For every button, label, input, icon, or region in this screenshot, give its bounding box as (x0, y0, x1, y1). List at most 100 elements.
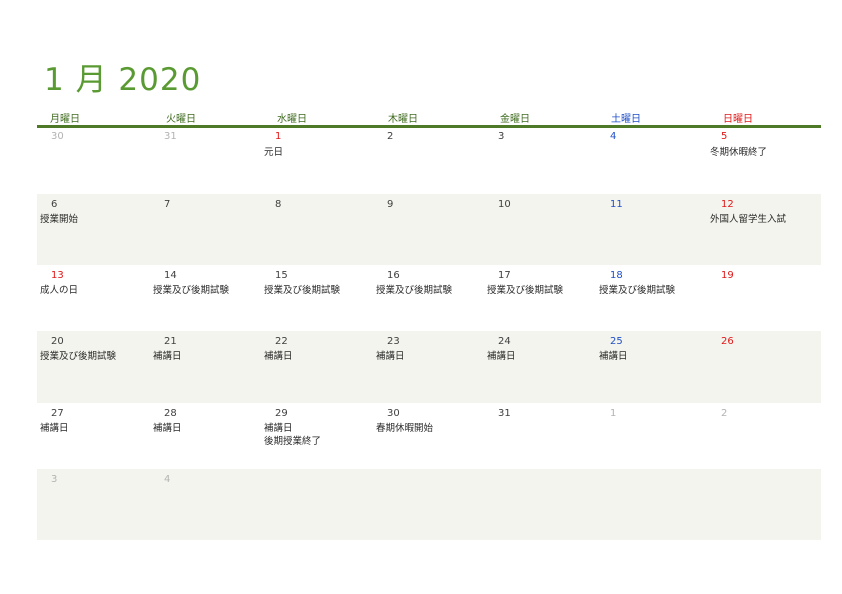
day-number: 27 (51, 408, 64, 419)
day-cell[interactable]: 24 補講日 (484, 331, 596, 403)
day-events: 補講日 (487, 350, 516, 363)
event-label: 補講日 (487, 351, 516, 362)
day-cell[interactable]: 31 (150, 128, 262, 194)
day-cell[interactable]: 3 (37, 469, 149, 540)
day-cell[interactable]: 17 授業及び後期試験 (484, 265, 596, 331)
day-cell[interactable]: 3 (484, 128, 596, 194)
day-cell[interactable]: 20 授業及び後期試験 (37, 331, 149, 403)
weekday-header: 月曜日 (50, 114, 80, 125)
day-cell[interactable]: 13 成人の日 (37, 265, 149, 331)
day-cell[interactable]: 29 補講日 後期授業終了 (261, 403, 373, 469)
day-cell[interactable]: 10 (484, 194, 596, 265)
event-label: 授業及び後期試験 (153, 285, 230, 296)
event-label: 春期休暇開始 (376, 423, 434, 434)
day-number: 29 (275, 408, 288, 419)
event-label: 外国人留学生入試 (710, 214, 787, 225)
calendar-week-row: 13 成人の日 14 授業及び後期試験 15 授業及び後期試験 16 授業及び後期試験 17 授業… (37, 265, 821, 331)
day-number: 30 (51, 131, 64, 142)
calendar-week-row: 20 授業及び後期試験 21 補講日 22 補講日 23 補講日 24 補講日 25 補講日 26 (37, 331, 821, 403)
day-cell[interactable]: 15 授業及び後期試験 (261, 265, 373, 331)
day-number: 14 (164, 270, 177, 281)
day-cell[interactable]: 21 補講日 (150, 331, 262, 403)
calendar-week-row: 34 (37, 469, 821, 540)
day-cell[interactable]: 23 補講日 (373, 331, 485, 403)
day-events: 外国人留学生入試 (710, 213, 786, 226)
day-number: 5 (721, 131, 728, 142)
event-label: 補講日 (153, 423, 182, 434)
day-cell[interactable]: 8 (261, 194, 373, 265)
day-number: 3 (51, 474, 58, 485)
event-label: 補講日 (599, 351, 628, 362)
day-cell[interactable]: 22 補講日 (261, 331, 373, 403)
day-number: 31 (498, 408, 511, 419)
event-label: 後期授業終了 (264, 436, 322, 447)
day-number: 12 (721, 199, 734, 210)
event-label: 授業開始 (40, 214, 79, 225)
day-cell[interactable]: 4 (150, 469, 262, 540)
day-number: 15 (275, 270, 288, 281)
day-cell[interactable]: 1 元日 (261, 128, 373, 194)
day-cell[interactable]: 31 (484, 403, 596, 469)
day-number: 17 (498, 270, 511, 281)
day-events: 冬期休暇終了 (710, 146, 767, 159)
day-cell[interactable]: 4 (596, 128, 708, 194)
day-events: 補講日 (264, 350, 293, 363)
day-number: 20 (51, 336, 64, 347)
day-number: 19 (721, 270, 734, 281)
day-events: 補講日 (40, 422, 69, 435)
day-number: 8 (275, 199, 282, 210)
day-cell[interactable]: 2 (707, 403, 819, 469)
day-number: 2 (387, 131, 394, 142)
day-number: 25 (610, 336, 623, 347)
day-number: 28 (164, 408, 177, 419)
day-cell[interactable]: 9 (373, 194, 485, 265)
event-label: 授業及び後期試験 (487, 285, 564, 296)
event-label: 授業及び後期試験 (264, 285, 341, 296)
day-number: 23 (387, 336, 400, 347)
event-label: 元日 (264, 147, 284, 158)
day-number: 22 (275, 336, 288, 347)
day-number: 3 (498, 131, 505, 142)
day-cell[interactable]: 19 (707, 265, 819, 331)
day-cell[interactable]: 25 補講日 (596, 331, 708, 403)
day-cell[interactable]: 5 冬期休暇終了 (707, 128, 819, 194)
day-number: 11 (610, 199, 623, 210)
day-cell[interactable]: 6 授業開始 (37, 194, 149, 265)
day-cell[interactable]: 26 (707, 331, 819, 403)
day-events: 授業及び後期試験 (376, 284, 452, 297)
day-cell (261, 469, 373, 540)
calendar-week-row: 6 授業開始 7 8 9 10 11 12 外国人留学生入試 (37, 194, 821, 265)
event-label: 授業及び後期試験 (40, 351, 117, 362)
day-number: 18 (610, 270, 623, 281)
day-cell[interactable]: 30 春期休暇開始 (373, 403, 485, 469)
weekday-header: 水曜日 (277, 114, 307, 125)
day-events: 補講日 (599, 350, 628, 363)
day-number: 13 (51, 270, 64, 281)
day-cell[interactable]: 11 (596, 194, 708, 265)
day-cell[interactable]: 27 補講日 (37, 403, 149, 469)
day-cell[interactable]: 30 (37, 128, 149, 194)
day-events: 授業及び後期試験 (153, 284, 229, 297)
day-number: 1 (610, 408, 617, 419)
day-cell (373, 469, 485, 540)
event-label: 補講日 (153, 351, 182, 362)
event-label: 授業及び後期試験 (599, 285, 676, 296)
day-cell[interactable]: 18 授業及び後期試験 (596, 265, 708, 331)
day-cell[interactable]: 16 授業及び後期試験 (373, 265, 485, 331)
day-events: 授業及び後期試験 (264, 284, 340, 297)
day-cell[interactable]: 1 (596, 403, 708, 469)
day-events: 授業開始 (40, 213, 78, 226)
day-events: 元日 (264, 146, 283, 159)
day-cell[interactable]: 28 補講日 (150, 403, 262, 469)
day-cell[interactable]: 2 (373, 128, 485, 194)
day-cell[interactable]: 14 授業及び後期試験 (150, 265, 262, 331)
day-cell[interactable]: 12 外国人留学生入試 (707, 194, 819, 265)
day-number: 4 (164, 474, 171, 485)
weekday-header-row: 月曜日 火曜日 水曜日 木曜日 金曜日 土曜日 日曜日 (37, 110, 821, 125)
calendar-week-row: 27 補講日 28 補講日 29 補講日 後期授業終了 30 春期休暇開始 31 1 2 (37, 403, 821, 469)
day-cell[interactable]: 7 (150, 194, 262, 265)
day-events: 春期休暇開始 (376, 422, 433, 435)
calendar-grid: 30 31 1 元日 2 3 4 5 冬期休暇終了 6 授業開始 7 8 9 10 11 12 外国人留学生入試 1… (37, 128, 821, 540)
event-label: 授業及び後期試験 (376, 285, 453, 296)
weekday-header: 火曜日 (166, 114, 196, 125)
